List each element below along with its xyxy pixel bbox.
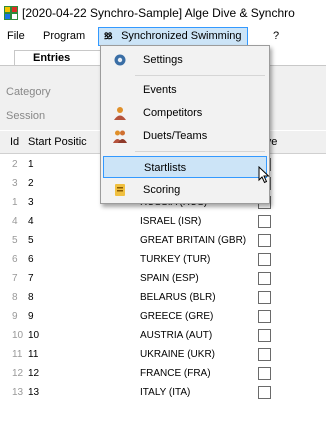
cell-team-name: AUSTRIA (AUT) — [140, 330, 213, 341]
table-row[interactable]: 8 8 BELARUS (BLR) — [0, 289, 326, 307]
cell-start-position: 3 — [28, 197, 34, 208]
cell-start-position: 4 — [28, 216, 34, 227]
title-bar: [2020-04-22 Synchro-Sample] Alge Dive & … — [0, 0, 326, 26]
cell-team-name: BELARUS (BLR) — [140, 292, 216, 303]
reserve-checkbox[interactable] — [258, 348, 271, 361]
table-row[interactable]: 5 5 GREAT BRITAIN (GBR) — [0, 232, 326, 250]
cell-id: 3 — [12, 178, 18, 189]
table-row[interactable]: 6 6 TURKEY (TUR) — [0, 251, 326, 269]
synchro-dropdown-menu: Settings Events Competitors Duets/Teams … — [100, 45, 270, 204]
cell-team-name: SPAIN (ESP) — [140, 273, 199, 284]
cell-id: 2 — [12, 159, 18, 170]
cell-start-position: 6 — [28, 254, 34, 265]
menu-separator — [135, 151, 265, 152]
mouse-cursor-icon — [258, 166, 270, 184]
table-row[interactable]: 12 12 FRANCE (FRA) — [0, 365, 326, 383]
reserve-checkbox[interactable] — [258, 215, 271, 228]
reserve-checkbox[interactable] — [258, 386, 271, 399]
cell-id: 8 — [12, 292, 18, 303]
app-icon — [4, 6, 18, 20]
table-row[interactable]: 9 9 GREECE (GRE) — [0, 308, 326, 326]
menu-item-competitors[interactable]: Competitors — [103, 102, 267, 124]
menu-item-events-label: Events — [143, 84, 177, 96]
cell-start-position: 11 — [28, 349, 39, 360]
cell-start-position: 8 — [28, 292, 34, 303]
header-id[interactable]: Id — [10, 136, 19, 148]
cell-id: 1 — [12, 197, 18, 208]
person-icon — [114, 107, 126, 120]
cell-team-name: GREECE (GRE) — [140, 311, 214, 322]
header-start-position[interactable]: Start Positic — [28, 136, 87, 148]
cell-id: 13 — [12, 387, 24, 398]
cell-start-position: 2 — [28, 178, 34, 189]
cell-id: 7 — [12, 273, 18, 284]
reserve-checkbox[interactable] — [258, 329, 271, 342]
group-icon — [113, 130, 127, 143]
cell-start-position: 13 — [28, 387, 40, 398]
reserve-checkbox[interactable] — [258, 234, 271, 247]
cell-team-name: ITALY (ITA) — [140, 387, 191, 398]
menu-synchronized-swimming-label: Synchronized Swimming — [121, 30, 242, 42]
table-row[interactable]: 11 11 UKRAINE (UKR) — [0, 346, 326, 364]
cell-id: 6 — [12, 254, 18, 265]
window-title: [2020-04-22 Synchro-Sample] Alge Dive & … — [22, 6, 295, 20]
menu-item-duets-teams[interactable]: Duets/Teams — [103, 125, 267, 147]
reserve-checkbox[interactable] — [258, 310, 271, 323]
cell-start-position: 7 — [28, 273, 34, 284]
cell-id: 9 — [12, 311, 18, 322]
table-row[interactable]: 7 7 SPAIN (ESP) — [0, 270, 326, 288]
menu-bar: File Program ꝸꝸ Synchronized Swimming ? — [0, 26, 326, 46]
menu-item-settings[interactable]: Settings — [103, 49, 267, 71]
scoring-icon — [115, 184, 125, 196]
menu-item-startlists[interactable]: Startlists — [103, 156, 267, 178]
cell-team-name: UKRAINE (UKR) — [140, 349, 216, 360]
tab-entries[interactable]: Entries — [14, 50, 104, 65]
cell-start-position: 5 — [28, 235, 34, 246]
table-row[interactable]: 4 4 ISRAEL (ISR) — [0, 213, 326, 231]
menu-item-events[interactable]: Events — [103, 79, 267, 101]
cell-team-name: FRANCE (FRA) — [140, 368, 211, 379]
reserve-checkbox[interactable] — [258, 291, 271, 304]
table-row[interactable]: 13 13 ITALY (ITA) — [0, 384, 326, 402]
reserve-checkbox[interactable] — [258, 272, 271, 285]
menu-file[interactable]: File — [2, 28, 30, 44]
cell-id: 10 — [12, 330, 24, 341]
menu-item-competitors-label: Competitors — [143, 107, 203, 119]
gear-icon — [114, 54, 126, 66]
cell-id: 5 — [12, 235, 18, 246]
cell-start-position: 1 — [28, 159, 34, 170]
cell-team-name: TURKEY (TUR) — [140, 254, 211, 265]
menu-synchronized-swimming[interactable]: ꝸꝸ Synchronized Swimming — [98, 27, 248, 46]
menu-item-startlists-label: Startlists — [144, 162, 187, 174]
menu-program[interactable]: Program — [38, 28, 90, 44]
menu-item-duets-teams-label: Duets/Teams — [143, 130, 208, 142]
reserve-checkbox[interactable] — [258, 367, 271, 380]
cell-start-position: 10 — [28, 330, 40, 341]
cell-start-position: 12 — [28, 368, 40, 379]
cell-start-position: 9 — [28, 311, 34, 322]
cell-team-name: ISRAEL (ISR) — [140, 216, 202, 227]
table-row[interactable]: 10 10 AUSTRIA (AUT) — [0, 327, 326, 345]
menu-item-scoring[interactable]: Scoring — [103, 179, 267, 201]
session-label: Session — [6, 110, 46, 122]
cell-team-name: GREAT BRITAIN (GBR) — [140, 235, 247, 246]
reserve-checkbox[interactable] — [258, 253, 271, 266]
menu-item-scoring-label: Scoring — [143, 184, 181, 196]
synchro-swimmers-icon: ꝸꝸ — [104, 31, 112, 41]
cell-id: 12 — [12, 368, 24, 379]
cell-id: 4 — [12, 216, 18, 227]
cell-id: 11 — [12, 349, 23, 360]
menu-item-settings-label: Settings — [143, 54, 183, 66]
menu-help[interactable]: ? — [268, 28, 284, 44]
category-label: Category — [6, 86, 51, 98]
menu-separator — [135, 75, 265, 76]
